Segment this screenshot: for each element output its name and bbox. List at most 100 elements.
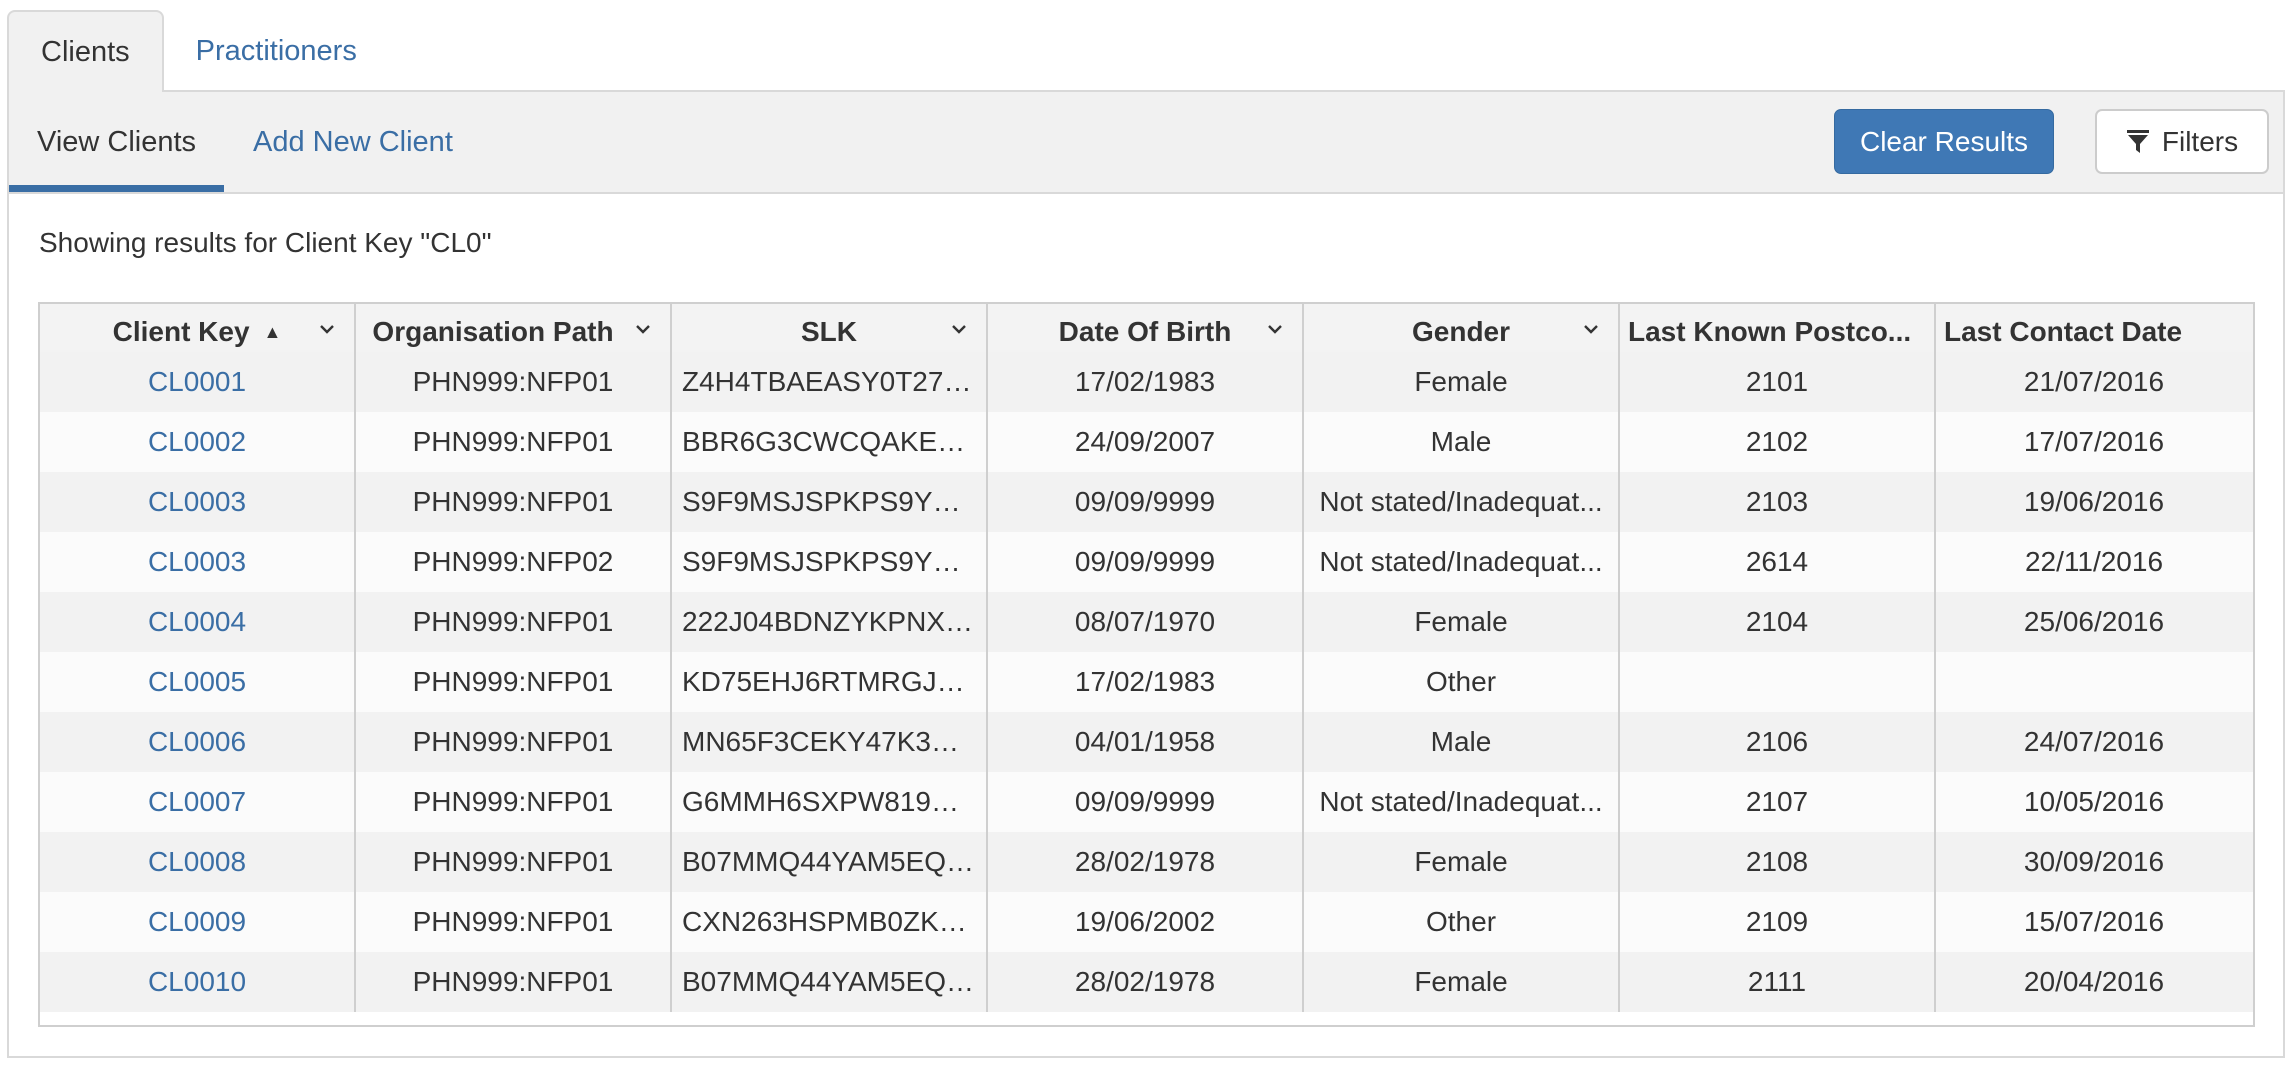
cell-text: 2111	[1747, 966, 1807, 997]
cell-text: 17/02/1983	[1074, 366, 1216, 397]
cell-text: Female	[1414, 846, 1508, 877]
chevron-down-icon[interactable]	[1266, 320, 1284, 338]
cell-slk: BBR6G3CWCQAKEBT...	[672, 412, 988, 472]
cell-gender: Other	[1304, 892, 1620, 952]
cell-client-key[interactable]: CL0010	[40, 952, 356, 1012]
client-key-link[interactable]: CL0007	[148, 786, 246, 818]
clients-table: Client Key ▲ Organisation Path SLK Date …	[38, 302, 2255, 1027]
subtab-add-new-client[interactable]: Add New Client	[225, 92, 481, 192]
cell-slk: G6MMH6SXPW819SJ...	[672, 772, 988, 832]
cell-text: G6MMH6SXPW819SJ...	[682, 786, 976, 817]
cell-text: PHN999:NFP01	[412, 786, 614, 817]
table-row[interactable]: CL0007 PHN999:NFP01 G6MMH6SXPW819SJ... 09/0…	[40, 772, 2253, 832]
cell-text: B07MMQ44YAM5EQF...	[682, 846, 976, 877]
cell-organisation-path: PHN999:NFP01	[356, 832, 672, 892]
cell-last-known-postcode: 2101	[1620, 352, 1936, 412]
client-key-link[interactable]: CL0001	[148, 366, 246, 398]
cell-text: 2109	[1745, 906, 1809, 937]
results-summary: Showing results for Client Key "CL0"	[39, 227, 492, 258]
subtab-view-clients[interactable]: View Clients	[9, 92, 225, 192]
tab-practitioners[interactable]: Practitioners	[164, 10, 389, 92]
cell-client-key[interactable]: CL0004	[40, 592, 356, 652]
client-key-link[interactable]: CL0008	[148, 846, 246, 878]
cell-text: 20/04/2016	[2023, 966, 2165, 997]
cell-last-known-postcode: 2108	[1620, 832, 1936, 892]
table-row[interactable]: CL0005 PHN999:NFP01 KD75EHJ6RTMRGJPW... 17/…	[40, 652, 2253, 712]
client-key-link[interactable]: CL0002	[148, 426, 246, 458]
cell-text: BBR6G3CWCQAKEBT...	[682, 426, 976, 457]
client-key-link[interactable]: CL0010	[148, 966, 246, 998]
cell-last-contact-date: 10/05/2016	[1936, 772, 2252, 832]
cell-text: 10/05/2016	[2023, 786, 2165, 817]
cell-client-key[interactable]: CL0009	[40, 892, 356, 952]
cell-text: 17/02/1983	[1074, 666, 1216, 697]
cell-last-contact-date: 15/07/2016	[1936, 892, 2252, 952]
cell-last-known-postcode: 2111	[1620, 952, 1936, 1012]
cell-client-key[interactable]: CL0007	[40, 772, 356, 832]
cell-text: 2106	[1745, 726, 1809, 757]
cell-last-contact-date: 17/07/2016	[1936, 412, 2252, 472]
clear-results-button[interactable]: Clear Results	[1834, 109, 2054, 174]
cell-slk: 222J04BDNZYKPNXJ7...	[672, 592, 988, 652]
table-row[interactable]: CL0002 PHN999:NFP01 BBR6G3CWCQAKEBT... 24/0…	[40, 412, 2253, 472]
chevron-down-icon[interactable]	[1582, 320, 1600, 338]
table-row[interactable]: CL0009 PHN999:NFP01 CXN263HSPMB0ZK6T... 19/…	[40, 892, 2253, 952]
table-row[interactable]: CL0003 PHN999:NFP01 S9F9MSJSPKPS9Y2EZ... 09…	[40, 472, 2253, 532]
cell-slk: B07MMQ44YAM5EQF...	[672, 952, 988, 1012]
cell-text: B07MMQ44YAM5EQF...	[682, 966, 976, 997]
table-row[interactable]: CL0008 PHN999:NFP01 B07MMQ44YAM5EQF... 28/0…	[40, 832, 2253, 892]
cell-text: 09/09/9999	[1074, 786, 1216, 817]
cell-client-key[interactable]: CL0008	[40, 832, 356, 892]
cell-last-known-postcode	[1620, 652, 1936, 712]
cell-organisation-path: PHN999:NFP01	[356, 592, 672, 652]
cell-client-key[interactable]: CL0002	[40, 412, 356, 472]
cell-client-key[interactable]: CL0001	[40, 352, 356, 412]
filters-button[interactable]: Filters	[2095, 109, 2269, 174]
cell-last-known-postcode: 2103	[1620, 472, 1936, 532]
table-row[interactable]: CL0001 PHN999:NFP01 Z4H4TBAEASY0T27J0... 17…	[40, 352, 2253, 412]
cell-slk: B07MMQ44YAM5EQF...	[672, 832, 988, 892]
cell-gender: Female	[1304, 832, 1620, 892]
chevron-down-icon[interactable]	[950, 320, 968, 338]
table-row[interactable]: CL0010 PHN999:NFP01 B07MMQ44YAM5EQF... 28/0…	[40, 952, 2253, 1012]
cell-last-contact-date	[1936, 652, 2252, 712]
client-key-link[interactable]: CL0006	[148, 726, 246, 758]
cell-last-contact-date: 19/06/2016	[1936, 472, 2252, 532]
cell-text: PHN999:NFP01	[412, 906, 614, 937]
tab-clients[interactable]: Clients	[7, 10, 164, 92]
cell-client-key[interactable]: CL0003	[40, 472, 356, 532]
cell-date-of-birth: 28/02/1978	[988, 832, 1304, 892]
cell-text: 2614	[1745, 546, 1809, 577]
client-key-link[interactable]: CL0003	[148, 486, 246, 518]
table-row[interactable]: CL0004 PHN999:NFP01 222J04BDNZYKPNXJ7... 08…	[40, 592, 2253, 652]
client-key-link[interactable]: CL0004	[148, 606, 246, 638]
cell-text: 2101	[1745, 366, 1809, 397]
cell-slk: MN65F3CEKY47K3V3J...	[672, 712, 988, 772]
table-row[interactable]: CL0003 PHN999:NFP02 S9F9MSJSPKPS9Y2EZ... 09…	[40, 532, 2253, 592]
sort-ascending-icon[interactable]: ▲	[264, 322, 282, 343]
cell-organisation-path: PHN999:NFP01	[356, 892, 672, 952]
cell-last-known-postcode: 2102	[1620, 412, 1936, 472]
chevron-down-icon[interactable]	[634, 320, 652, 338]
cell-organisation-path: PHN999:NFP01	[356, 772, 672, 832]
client-key-link[interactable]: CL0003	[148, 546, 246, 578]
cell-client-key[interactable]: CL0003	[40, 532, 356, 592]
cell-text: 09/09/9999	[1074, 546, 1216, 577]
cell-text: PHN999:NFP01	[412, 666, 614, 697]
cell-date-of-birth: 24/09/2007	[988, 412, 1304, 472]
cell-text: 222J04BDNZYKPNXJ7...	[682, 606, 976, 637]
cell-date-of-birth: 08/07/1970	[988, 592, 1304, 652]
table-row[interactable]: CL0006 PHN999:NFP01 MN65F3CEKY47K3V3J... 04…	[40, 712, 2253, 772]
cell-organisation-path: PHN999:NFP01	[356, 472, 672, 532]
chevron-down-icon[interactable]	[318, 320, 336, 338]
cell-slk: KD75EHJ6RTMRGJPW...	[672, 652, 988, 712]
client-key-link[interactable]: CL0009	[148, 906, 246, 938]
cell-gender: Female	[1304, 952, 1620, 1012]
cell-text: 2102	[1745, 426, 1809, 457]
cell-date-of-birth: 04/01/1958	[988, 712, 1304, 772]
client-key-link[interactable]: CL0005	[148, 666, 246, 698]
cell-client-key[interactable]: CL0006	[40, 712, 356, 772]
cell-text: 19/06/2016	[2023, 486, 2165, 517]
cell-client-key[interactable]: CL0005	[40, 652, 356, 712]
cell-text: Female	[1414, 606, 1508, 637]
